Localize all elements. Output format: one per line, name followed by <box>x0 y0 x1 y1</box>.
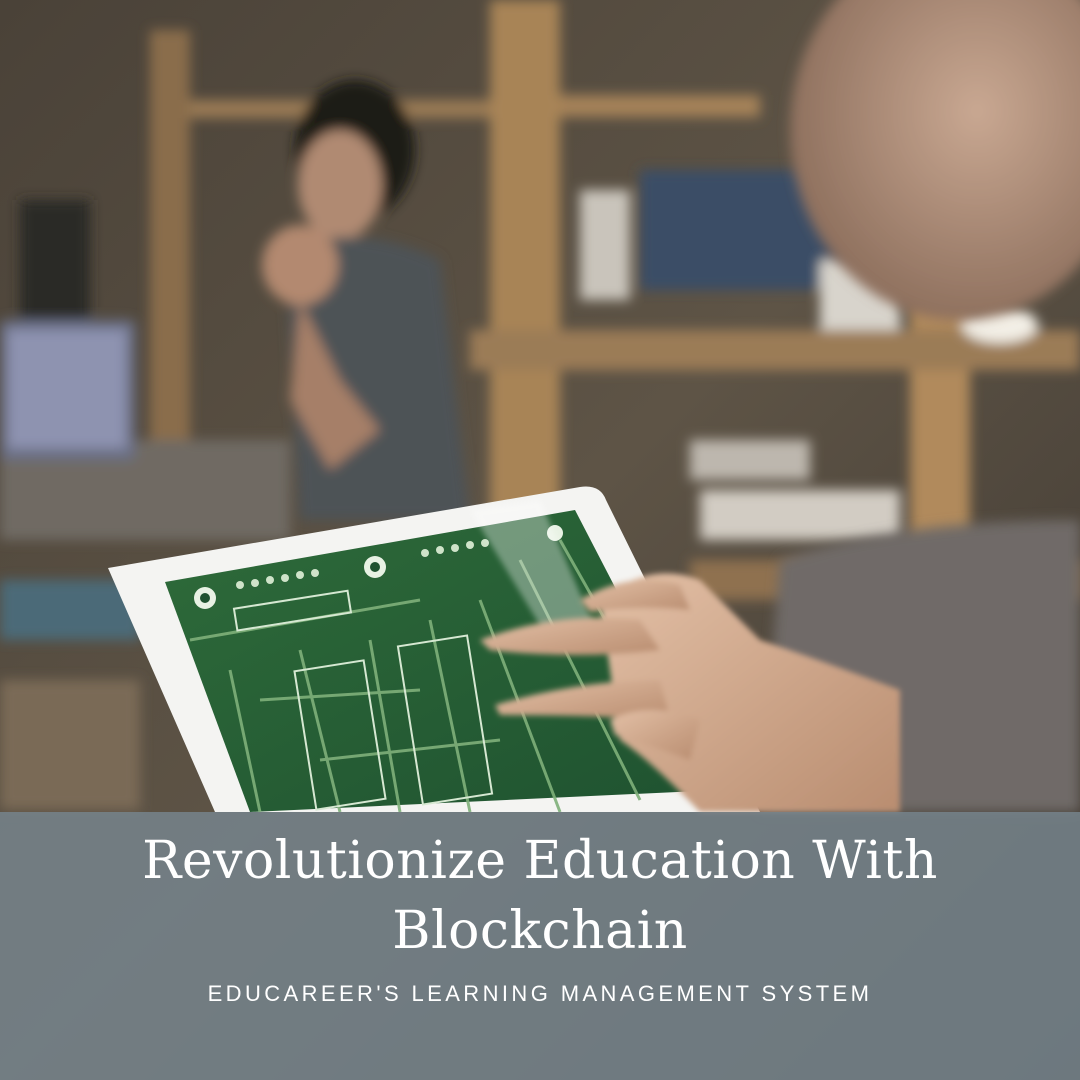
headline: Revolutionize Education With Blockchain <box>142 831 938 961</box>
tagline: EDUCAREER'S LEARNING MANAGEMENT SYSTEM <box>207 981 873 1006</box>
poster: Revolutionize Education With Blockchain … <box>0 0 1080 1080</box>
